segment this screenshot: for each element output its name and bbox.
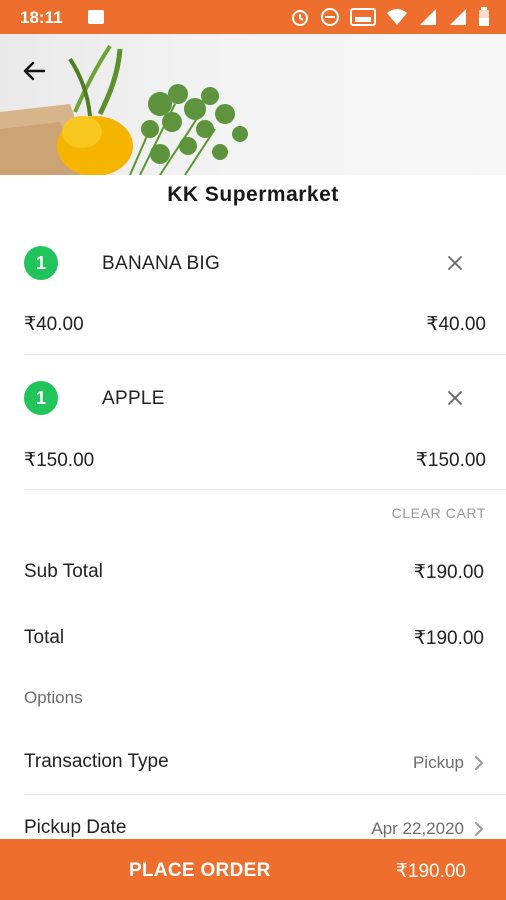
status-time: 18:11 [20, 8, 63, 27]
status-bar: 18:11 [0, 0, 506, 34]
status-icons [290, 6, 490, 28]
clear-cart-button[interactable]: CLEAR CART [392, 505, 486, 521]
cart-item-banana: 1 BANANA BIG [24, 246, 486, 282]
chevron-right-icon [475, 756, 484, 770]
place-order-button[interactable]: PLACE ORDER ₹190.00 [0, 839, 506, 900]
battery-icon [479, 7, 489, 26]
place-order-label: PLACE ORDER [129, 860, 271, 881]
remove-item-icon[interactable] [446, 254, 464, 272]
volte-icon [350, 8, 376, 26]
vegetables-illustration [0, 44, 248, 175]
divider [24, 489, 506, 490]
quantity-badge[interactable]: 1 [24, 381, 58, 415]
store-banner-image [0, 34, 506, 175]
signal-icon [450, 9, 466, 25]
line-total: ₹40.00 [426, 314, 486, 335]
transaction-type-value: Pickup [412, 753, 464, 772]
item-name: BANANA BIG [102, 253, 221, 274]
unit-price: ₹150.00 [24, 450, 95, 471]
pickup-date-value: Apr 22,2020 [371, 819, 464, 838]
back-arrow-icon[interactable] [20, 56, 50, 86]
signal-icon [420, 9, 436, 25]
chevron-right-icon [475, 822, 484, 836]
order-amount: ₹190.00 [395, 861, 466, 882]
store-name: KK Supermarket [167, 183, 339, 206]
total-label: Total [24, 627, 65, 648]
divider [24, 794, 506, 795]
quantity-badge[interactable]: 1 [24, 246, 58, 280]
item-name: APPLE [102, 388, 165, 409]
alarm-icon [292, 10, 308, 26]
remove-item-icon[interactable] [446, 389, 464, 407]
subtotal-value: ₹190.00 [413, 562, 484, 583]
transaction-type-label: Transaction Type [24, 751, 169, 772]
dnd-icon [321, 8, 339, 26]
divider [24, 354, 506, 355]
options-section-label: Options [24, 688, 83, 707]
wifi-icon [387, 9, 407, 25]
subtotal-label: Sub Total [24, 561, 103, 582]
image-icon [88, 10, 104, 24]
total-value: ₹190.00 [413, 628, 484, 649]
pickup-date-label: Pickup Date [24, 817, 127, 838]
transaction-type-row[interactable]: Transaction Type Pickup [24, 751, 486, 781]
cart-item-apple: 1 APPLE [24, 381, 486, 417]
unit-price: ₹40.00 [24, 314, 84, 335]
line-total: ₹150.00 [415, 450, 486, 471]
